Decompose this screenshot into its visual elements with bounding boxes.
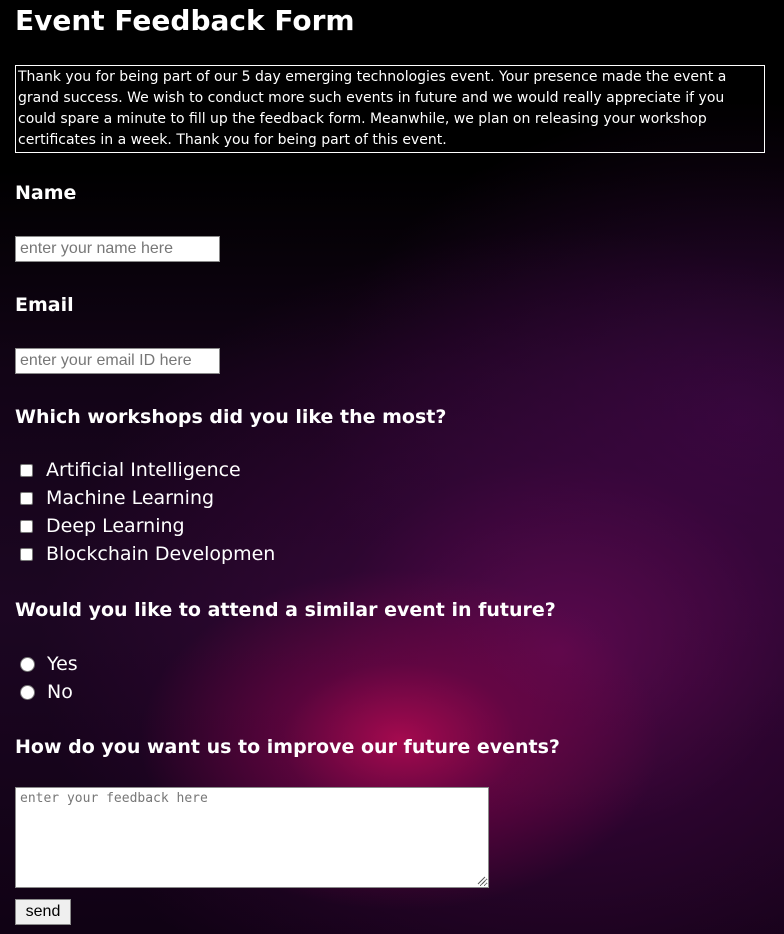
workshop-option-dl[interactable]: Deep Learning [20, 512, 185, 540]
attend-option-yes[interactable]: Yes [20, 650, 78, 678]
email-input[interactable] [15, 348, 220, 374]
workshop-option-label: Artificial Intelligence [46, 459, 241, 481]
checkbox[interactable] [20, 519, 33, 533]
form-title: Event Feedback Form [15, 4, 355, 37]
workshop-option-label: Machine Learning [46, 487, 215, 509]
checkbox[interactable] [20, 547, 33, 561]
feedback-textarea[interactable] [15, 787, 489, 888]
workshop-option-ai[interactable]: Artificial Intelligence [20, 456, 241, 484]
checkbox[interactable] [20, 463, 33, 477]
checkbox[interactable] [20, 491, 33, 505]
attend-question: Would you like to attend a similar event… [15, 599, 556, 621]
workshop-option-ml[interactable]: Machine Learning [20, 484, 214, 512]
workshop-option-blockchain[interactable]: Blockchain Developmen [20, 540, 275, 568]
workshops-question: Which workshops did you like the most? [15, 406, 447, 428]
email-label: Email [15, 294, 74, 316]
workshop-option-label: Deep Learning [46, 515, 185, 537]
attend-option-label: No [47, 681, 73, 703]
improve-question: How do you want us to improve our future… [15, 736, 560, 758]
name-label: Name [15, 182, 77, 204]
send-button[interactable]: send [15, 899, 71, 925]
intro-message: Thank you for being part of our 5 day em… [15, 65, 765, 153]
attend-option-no[interactable]: No [20, 678, 73, 706]
attend-option-label: Yes [47, 653, 78, 675]
radio-button[interactable] [20, 684, 35, 700]
workshop-option-label: Blockchain Developmen [46, 543, 276, 565]
name-input[interactable] [15, 236, 220, 262]
radio-button[interactable] [20, 656, 35, 672]
